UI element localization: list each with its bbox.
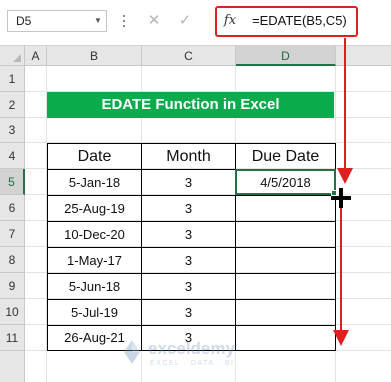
row-header-2[interactable]: 2 — [0, 92, 25, 118]
row-header-6[interactable]: 6 — [0, 195, 25, 221]
chevron-down-icon[interactable]: ▼ — [91, 10, 105, 32]
active-cell-border — [235, 169, 336, 195]
row-header-8[interactable]: 8 — [0, 247, 25, 273]
table-header-date[interactable]: Date — [48, 144, 141, 169]
column-header-a[interactable]: A — [25, 46, 47, 66]
select-all-triangle-icon — [13, 54, 21, 62]
column-header-b[interactable]: B — [47, 46, 142, 66]
drag-handle-icon[interactable] — [121, 12, 127, 30]
row-header-4[interactable]: 4 — [0, 143, 25, 169]
row-header-7[interactable]: 7 — [0, 221, 25, 247]
cell-c9[interactable]: 3 — [142, 274, 235, 299]
enter-check-icon[interactable]: ✓ — [174, 10, 196, 32]
exceldemy-logo-icon — [124, 340, 140, 364]
cell-d7[interactable] — [236, 222, 335, 247]
table-header-due-date[interactable]: Due Date — [236, 144, 335, 169]
watermark-name: exceldemy — [148, 339, 235, 358]
cell-d8[interactable] — [236, 248, 335, 273]
cell-b10[interactable]: 5-Jul-19 — [48, 300, 141, 325]
column-header-d[interactable]: D — [236, 46, 336, 66]
cell-b8[interactable]: 1-May-17 — [48, 248, 141, 273]
cell-d6[interactable] — [236, 196, 335, 221]
cell-c6[interactable]: 3 — [142, 196, 235, 221]
row-header-10[interactable]: 10 — [0, 299, 25, 325]
watermark-tagline: EXCEL · DATA · BI — [150, 360, 235, 367]
cell-c5[interactable]: 3 — [142, 170, 235, 195]
cell-b6[interactable]: 25-Aug-19 — [48, 196, 141, 221]
fill-cursor-cross-icon — [331, 188, 351, 208]
row-header-3[interactable]: 3 — [0, 118, 25, 143]
cell-c10[interactable]: 3 — [142, 300, 235, 325]
cell-d10[interactable] — [236, 300, 335, 325]
column-header-e[interactable] — [336, 46, 391, 66]
column-header-c[interactable]: C — [142, 46, 236, 66]
row-header-11[interactable]: 11 — [0, 325, 25, 351]
row-header-1[interactable]: 1 — [0, 66, 25, 92]
cell-b5[interactable]: 5-Jan-18 — [48, 170, 141, 195]
row-header-9[interactable]: 9 — [0, 273, 25, 299]
exceldemy-watermark: exceldemy EXCEL · DATA · BI — [124, 339, 235, 367]
cell-d9[interactable] — [236, 274, 335, 299]
cell-b9[interactable]: 5-Jun-18 — [48, 274, 141, 299]
cancel-icon[interactable]: ✕ — [143, 10, 165, 32]
row-header-overflow — [0, 351, 25, 382]
cell-c7[interactable]: 3 — [142, 222, 235, 247]
table-header-month[interactable]: Month — [142, 144, 235, 169]
cell-c8[interactable]: 3 — [142, 248, 235, 273]
sheet-title[interactable]: EDATE Function in Excel — [47, 92, 334, 118]
cell-b7[interactable]: 10-Dec-20 — [48, 222, 141, 247]
row-header-5[interactable]: 5 — [0, 169, 25, 195]
formula-highlight-box — [215, 6, 358, 37]
